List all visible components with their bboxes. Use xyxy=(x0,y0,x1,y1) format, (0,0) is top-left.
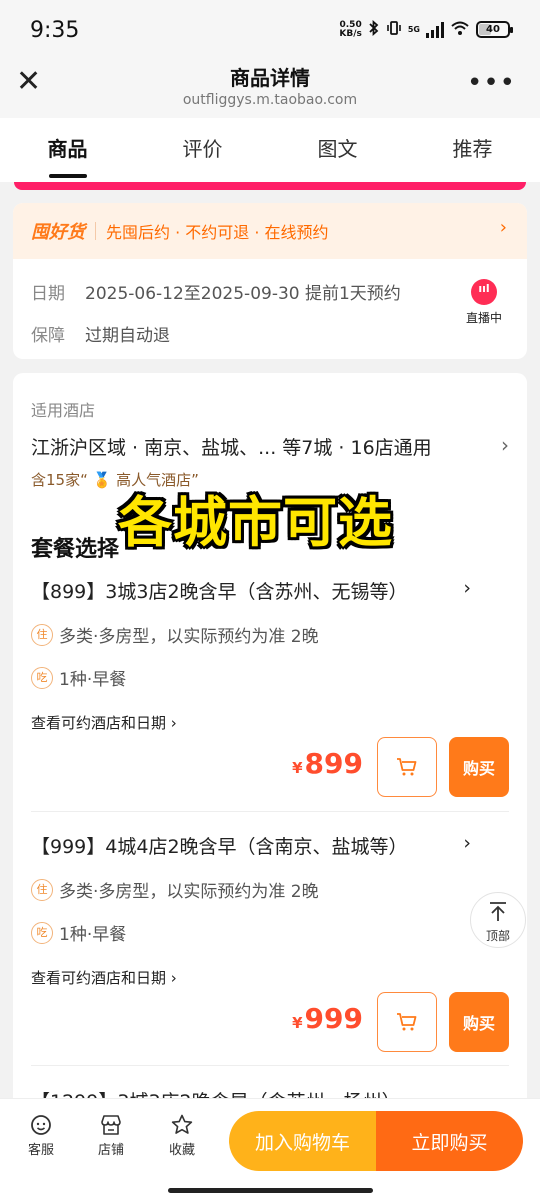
buy-button[interactable]: 购买 xyxy=(449,737,509,797)
chat-icon xyxy=(31,1115,51,1135)
bottom-bar: 客服 店铺 收藏 加入购物车 立即购买 xyxy=(0,1098,540,1201)
divider xyxy=(31,1065,509,1066)
date-row: 日期 2025-06-12至2025-09-30 提前1天预约 xyxy=(31,279,401,304)
add-to-cart-button[interactable] xyxy=(377,737,437,797)
shop-button[interactable]: 店铺 xyxy=(86,1113,136,1158)
eat-text: 1种·早餐 xyxy=(59,670,127,690)
page-url: outfliggys.m.taobao.com xyxy=(182,92,358,108)
signal-label: 5G xyxy=(407,25,420,34)
buy-button[interactable]: 购买 xyxy=(449,992,509,1052)
divider xyxy=(31,811,509,812)
live-icon xyxy=(471,279,497,305)
eat-badge: 吃 xyxy=(31,921,53,944)
add-to-cart-button[interactable] xyxy=(377,992,437,1052)
bluetooth-icon xyxy=(368,20,380,39)
hotel-label: 适用酒店 xyxy=(31,401,96,420)
cart-icon xyxy=(397,1013,417,1031)
chevron-right-icon: › xyxy=(499,217,507,238)
page-title: 商品详情 xyxy=(230,66,310,90)
page-header: ✕ 商品详情 outfliggys.m.taobao.com ••• xyxy=(0,62,540,118)
add-to-cart-cta[interactable]: 加入购物车 xyxy=(229,1111,376,1171)
tab-product[interactable]: 商品 xyxy=(0,118,135,182)
package-name-row[interactable]: 【999】4城4店2晚含早（含南京、盐城等） › xyxy=(31,832,509,859)
service-card: 囤好货 先囤后约 · 不约可退 · 在线预约 › 日期 2025-06-12至2… xyxy=(13,203,527,359)
currency: ¥ xyxy=(292,1014,303,1032)
more-icon[interactable]: ••• xyxy=(467,68,516,98)
wifi-icon xyxy=(450,20,470,39)
promo-brand: 囤好货 xyxy=(31,222,85,243)
status-icons: 0.50 KB/s 5G 40 xyxy=(339,20,513,39)
promo-text: 先囤后约 · 不约可退 · 在线预约 xyxy=(106,223,329,242)
back-to-top-button[interactable]: 顶部 xyxy=(470,892,526,948)
service-button[interactable]: 客服 xyxy=(16,1113,66,1158)
guarantee-value: 过期自动退 xyxy=(85,326,170,346)
star-icon xyxy=(171,1114,193,1134)
hotel-summary[interactable]: 江浙沪区域 · 南京、盐城、... 等7城 · 16店通用 xyxy=(31,433,432,460)
net-speed-unit: KB/s xyxy=(339,28,362,39)
date-value: 2025-06-12至2025-09-30 提前1天预约 xyxy=(85,284,401,304)
battery-icon: 40 xyxy=(476,21,513,38)
package-name: 【899】3城3店2晚含早（含苏州、无锡等） xyxy=(31,581,408,603)
view-hotels-link[interactable]: 查看可约酒店和日期 › xyxy=(31,967,509,988)
buy-row: ¥899 购买 xyxy=(31,737,509,797)
stay-badge: 住 xyxy=(31,623,53,646)
promo-banner[interactable]: 囤好货 先囤后约 · 不约可退 · 在线预约 › xyxy=(13,203,527,259)
banner-bottom-edge xyxy=(14,182,526,190)
package-item: 【899】3城3店2晚含早（含苏州、无锡等） › 住 多类·多房型，以实际预约为… xyxy=(31,577,509,797)
stay-row: 住 多类·多房型，以实际预约为准 2晚 xyxy=(31,877,509,902)
price-value: 899 xyxy=(304,747,363,780)
stay-text: 多类·多房型，以实际预约为准 2晚 xyxy=(59,627,319,647)
eat-badge: 吃 xyxy=(31,666,53,689)
net-speed: 0.50 KB/s xyxy=(339,20,362,39)
tab-recommend[interactable]: 推荐 xyxy=(405,118,540,182)
chevron-right-icon[interactable]: › xyxy=(501,433,509,457)
package-name: 【999】4城4店2晚含早（含南京、盐城等） xyxy=(31,836,408,858)
tab-details[interactable]: 图文 xyxy=(270,118,405,182)
promo-divider xyxy=(95,222,96,240)
eat-row: 吃 1种·早餐 xyxy=(31,920,509,945)
package-name-row[interactable]: 【899】3城3店2晚含早（含苏州、无锡等） › xyxy=(31,577,509,604)
currency: ¥ xyxy=(292,759,303,777)
eat-row: 吃 1种·早餐 xyxy=(31,665,509,690)
chevron-right-icon: › xyxy=(463,832,471,854)
shop-label: 店铺 xyxy=(97,1143,124,1158)
favorite-label: 收藏 xyxy=(168,1143,195,1158)
shop-icon xyxy=(101,1115,121,1135)
packages-title: 套餐选择 xyxy=(31,537,120,562)
buy-now-cta[interactable]: 立即购买 xyxy=(376,1111,523,1171)
back-to-top-label: 顶部 xyxy=(485,929,510,943)
tab-bar: 商品 评价 图文 推荐 xyxy=(0,118,540,182)
date-key: 日期 xyxy=(31,284,65,304)
live-button[interactable]: 直播中 xyxy=(455,273,513,329)
view-hotels-link[interactable]: 查看可约酒店和日期 › xyxy=(31,712,509,733)
price-value: 999 xyxy=(304,1002,363,1035)
signal-icon xyxy=(426,21,444,38)
arrow-up-icon xyxy=(490,902,506,921)
package-item: 【999】4城4店2晚含早（含南京、盐城等） › 住 多类·多房型，以实际预约为… xyxy=(31,832,509,1052)
package-price: ¥999 xyxy=(292,1002,363,1035)
eat-text: 1种·早餐 xyxy=(59,925,127,945)
package-price: ¥899 xyxy=(292,747,363,780)
status-bar: 9:35 0.50 KB/s 5G 40 xyxy=(0,0,540,62)
home-indicator xyxy=(168,1188,373,1193)
guarantee-row: 保障 过期自动退 xyxy=(31,321,170,346)
guarantee-key: 保障 xyxy=(31,326,65,346)
buy-row: ¥999 购买 xyxy=(31,992,509,1052)
chevron-right-icon: › xyxy=(463,577,471,599)
stay-row: 住 多类·多房型，以实际预约为准 2晚 xyxy=(31,622,509,647)
cta-group: 加入购物车 立即购买 xyxy=(229,1111,523,1171)
tab-reviews[interactable]: 评价 xyxy=(135,118,270,182)
live-label: 直播中 xyxy=(465,311,502,325)
service-label: 客服 xyxy=(27,1143,54,1158)
stay-badge: 住 xyxy=(31,878,53,901)
overlay-caption: 各城市可选 xyxy=(118,491,393,554)
status-time: 9:35 xyxy=(30,18,80,43)
favorite-button[interactable]: 收藏 xyxy=(157,1113,207,1158)
cart-icon xyxy=(397,758,417,776)
stay-text: 多类·多房型，以实际预约为准 2晚 xyxy=(59,882,319,902)
vibrate-icon xyxy=(386,20,402,39)
